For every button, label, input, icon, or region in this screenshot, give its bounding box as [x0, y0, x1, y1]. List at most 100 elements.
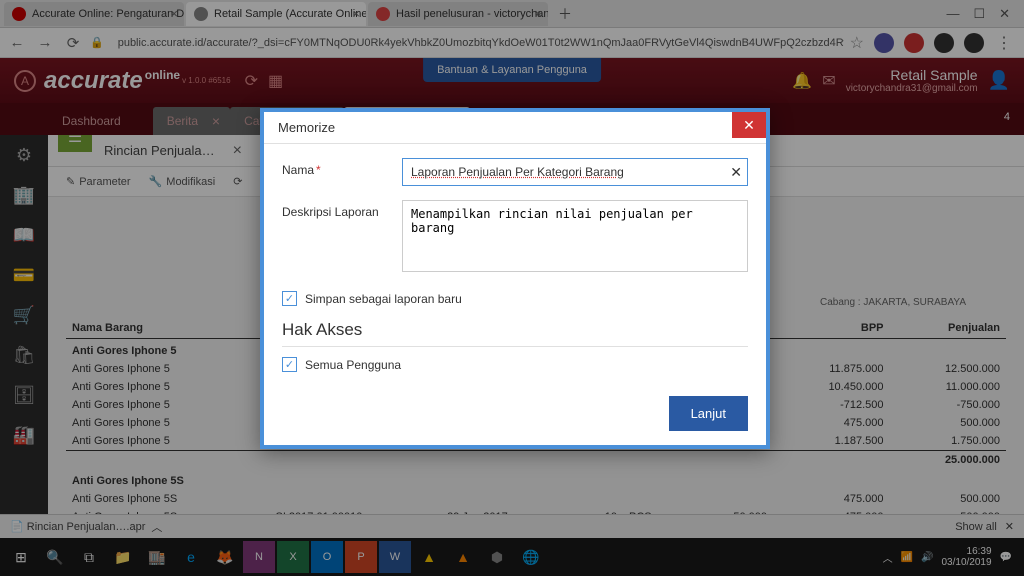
app-icon[interactable]: ▲	[413, 541, 445, 573]
volume-icon[interactable]: 🔊	[921, 552, 933, 563]
notification-icon[interactable]: 💬	[1000, 552, 1012, 563]
version-label: v 1.0.0 #6516	[182, 76, 230, 85]
wallet-icon[interactable]: 💳	[0, 255, 48, 295]
checkbox-icon: ✓	[282, 291, 297, 306]
tab-dashboard[interactable]: Dashboard	[48, 107, 153, 135]
app-icon[interactable]: 🏬	[141, 541, 173, 573]
reload-icon[interactable]: ⟳	[245, 71, 258, 91]
dialog-title: Memorize	[278, 120, 335, 135]
app-logo: accurateonline	[44, 67, 180, 95]
minimize-icon[interactable]: —	[946, 6, 959, 22]
lanjut-button[interactable]: Lanjut	[669, 396, 748, 431]
browser-tab[interactable]: Hasil penelusuran - victorychan...×	[368, 2, 548, 26]
bag-icon[interactable]: 🛍	[0, 335, 48, 375]
tray-chevron-icon[interactable]: ︿	[883, 550, 893, 565]
edge-icon[interactable]: e	[175, 541, 207, 573]
app-icon[interactable]: 📁	[107, 541, 139, 573]
grid-icon[interactable]: ▦	[268, 71, 283, 91]
excel-icon[interactable]: X	[277, 541, 309, 573]
save-new-checkbox[interactable]: ✓ Simpan sebagai laporan baru	[282, 291, 748, 306]
browser-tab[interactable]: Accurate Online: Pengaturan Da...×	[4, 2, 184, 26]
cart-icon[interactable]: 🛒	[0, 295, 48, 335]
browser-tab-strip: Accurate Online: Pengaturan Da...× Retai…	[0, 0, 1024, 28]
taskbar: ⊞ 🔍 ⧉ 📁 🏬 e 🦊 N X O P W ▲ ▲ ⬢ 🌐 ︿ 📶 🔊 16…	[0, 538, 1024, 576]
word-icon[interactable]: W	[379, 541, 411, 573]
outlook-icon[interactable]: O	[311, 541, 343, 573]
tab-berita[interactable]: Berita×	[153, 107, 230, 135]
building-icon[interactable]: 🏢	[0, 175, 48, 215]
favicon	[194, 7, 208, 21]
clock-time: 16:39	[941, 546, 991, 557]
download-bar: 📄 Rincian Penjualan….apr ︿ Show all ✕	[0, 514, 1024, 538]
file-icon: 📄	[10, 520, 24, 533]
browser-tab[interactable]: Retail Sample (Accurate Online)×	[186, 2, 366, 26]
book-icon[interactable]: 📖	[0, 215, 48, 255]
factory-icon[interactable]: 🏭	[0, 415, 48, 455]
modifikasi-button[interactable]: 🔧 Modifikasi	[149, 175, 216, 188]
new-tab-button[interactable]: ＋	[550, 4, 580, 24]
refresh-icon[interactable]: ⟳	[233, 175, 242, 188]
forward-button[interactable]: →	[34, 32, 56, 54]
sidebar: ⚙ 🏢 📖 💳 🛒 🛍 🗄 🏭	[0, 135, 48, 538]
memorize-dialog: Memorize ✕ Nama* ✕ Deskripsi Laporan Men…	[260, 108, 770, 449]
semua-pengguna-checkbox[interactable]: ✓ Semua Pengguna	[282, 357, 748, 372]
back-button[interactable]: ←	[6, 32, 28, 54]
col-bpp: BPP	[773, 318, 889, 339]
reload-button[interactable]: ⟳	[62, 32, 84, 54]
nama-input[interactable]	[402, 158, 748, 186]
maximize-icon[interactable]: ☐	[973, 6, 985, 22]
favicon	[376, 7, 390, 21]
table-row: 25.000.000	[66, 451, 1006, 470]
table-row: Anti Gores Iphone 5S475.000500.000	[66, 490, 1006, 508]
user-icon[interactable]: 👤	[988, 70, 1010, 91]
search-icon[interactable]: 🔍	[39, 541, 71, 573]
firefox-icon[interactable]: 🦊	[209, 541, 241, 573]
report-tab[interactable]: Rincian Penjuala…	[104, 143, 215, 158]
close-icon[interactable]: ✕	[1005, 520, 1014, 533]
extension-icon[interactable]	[934, 33, 954, 53]
close-icon[interactable]: ×	[170, 6, 178, 21]
extension-icon[interactable]	[874, 33, 894, 53]
close-icon[interactable]: ×	[212, 113, 220, 129]
vlc-icon[interactable]: ▲	[447, 541, 479, 573]
hak-akses-heading: Hak Akses	[282, 320, 748, 347]
clear-icon[interactable]: ✕	[730, 164, 742, 181]
deskripsi-label: Deskripsi Laporan	[282, 200, 402, 219]
checkbox-icon: ✓	[282, 357, 297, 372]
wifi-icon[interactable]: 📶	[901, 552, 913, 563]
download-item[interactable]: Rincian Penjualan….apr	[27, 521, 146, 533]
archive-icon[interactable]: 🗄	[0, 375, 48, 415]
menu-icon[interactable]: ⋮	[990, 33, 1018, 53]
dialog-close-button[interactable]: ✕	[732, 112, 766, 138]
app-header: A accurateonline v 1.0.0 #6516 ⟳ ▦ Bantu…	[0, 58, 1024, 103]
url-field[interactable]: public.accurate.id/accurate/?_dsi=cFY0MT…	[114, 37, 844, 49]
parameter-button[interactable]: ✎ Parameter	[66, 175, 131, 188]
star-icon[interactable]: ☆	[850, 33, 864, 53]
close-icon[interactable]: ×	[534, 6, 542, 21]
close-icon[interactable]: ×	[233, 142, 242, 160]
user-email: victorychandra31@gmail.com	[846, 83, 978, 94]
close-window-icon[interactable]: ✕	[999, 6, 1010, 22]
bell-icon[interactable]: 🔔	[792, 71, 812, 91]
task-view-icon[interactable]: ⧉	[73, 541, 105, 573]
start-button[interactable]: ⊞	[5, 541, 37, 573]
avatar[interactable]	[964, 33, 984, 53]
col-penjualan: Penjualan	[890, 318, 1007, 339]
onenote-icon[interactable]: N	[243, 541, 275, 573]
message-icon[interactable]: ✉	[822, 71, 835, 91]
deskripsi-textarea[interactable]: Menampilkan rincian nilai penjualan per …	[402, 200, 748, 272]
notification-badge: 4	[1004, 111, 1010, 123]
chrome-icon[interactable]: 🌐	[515, 541, 547, 573]
show-all-button[interactable]: Show all	[955, 521, 997, 533]
col-nama: Nama Barang	[66, 318, 269, 339]
gear-icon[interactable]: ⚙	[0, 135, 48, 175]
logo-icon: A	[14, 70, 36, 92]
powerpoint-icon[interactable]: P	[345, 541, 377, 573]
app-icon[interactable]: ⬢	[481, 541, 513, 573]
help-button[interactable]: Bantuan & Layanan Pengguna	[423, 58, 601, 82]
chevron-up-icon[interactable]: ︿	[151, 519, 162, 535]
extension-icon[interactable]	[904, 33, 924, 53]
close-icon[interactable]: ×	[352, 6, 360, 21]
menu-toggle[interactable]: ☰	[58, 135, 92, 152]
table-row: Anti Gores Iphone 5S	[66, 469, 1006, 490]
